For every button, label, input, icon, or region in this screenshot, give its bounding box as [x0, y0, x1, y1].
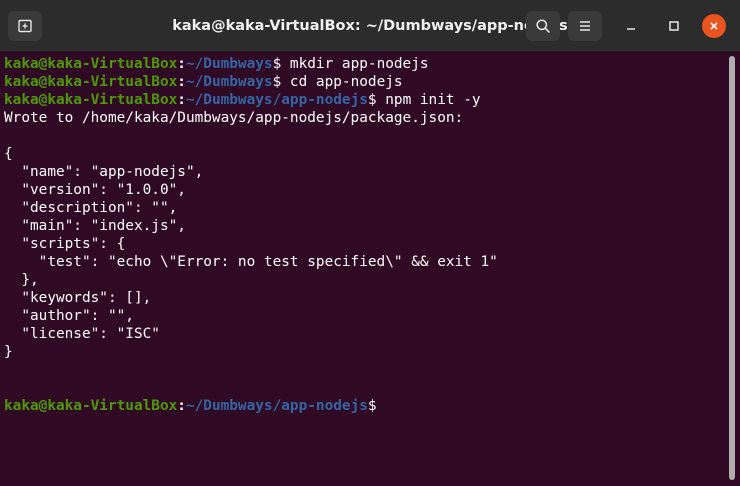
- prompt-separator: :: [177, 74, 186, 90]
- prompt-separator: :: [177, 92, 186, 108]
- prompt-separator: :: [177, 398, 186, 414]
- minimize-button[interactable]: [619, 14, 643, 38]
- maximize-icon: [669, 21, 679, 31]
- text-cursor: [377, 397, 386, 413]
- command-text: npm init -y: [376, 92, 481, 108]
- prompt-user-host: kaka@kaka-VirtualBox: [4, 74, 178, 90]
- close-icon: [710, 22, 718, 30]
- prompt-dollar: $: [367, 92, 377, 108]
- prompt-line: kaka@kaka-VirtualBox:~/Dumbways$ mkdir a…: [4, 55, 429, 73]
- prompt-path: ~/Dumbways: [185, 56, 273, 72]
- output-line: Wrote to /home/kaka/Dumbways/app-nodejs/…: [4, 110, 464, 126]
- prompt-user-host: kaka@kaka-VirtualBox: [4, 398, 178, 414]
- output-line: "main": "index.js",: [4, 218, 186, 234]
- command-text: cd app-nodejs: [281, 74, 403, 90]
- search-button[interactable]: [526, 11, 560, 41]
- scrollbar-thumb[interactable]: [729, 56, 735, 480]
- terminal-window: kaka@kaka-VirtualBox: ~/Dumbways/app-nod…: [0, 0, 740, 486]
- maximize-button[interactable]: [662, 14, 686, 38]
- output-line: "license": "ISC": [4, 326, 160, 342]
- output-line: "description": "",: [4, 200, 178, 216]
- output-line: "test": "echo \"Error: no test specified…: [4, 254, 498, 270]
- prompt-path: ~/Dumbways/app-nodejs: [185, 398, 368, 414]
- prompt-dollar: $: [272, 56, 282, 72]
- prompt-path: ~/Dumbways/app-nodejs: [185, 92, 368, 108]
- prompt-separator: :: [177, 56, 186, 72]
- output-line: },: [4, 272, 39, 288]
- prompt-line: kaka@kaka-VirtualBox:~/Dumbways/app-node…: [4, 91, 481, 109]
- hamburger-menu-icon: [580, 21, 590, 31]
- prompt-dollar: $: [367, 398, 377, 414]
- output-line: {: [4, 146, 13, 162]
- output-line: "keywords": [],: [4, 290, 152, 306]
- output-line: "version": "1.0.0",: [4, 182, 186, 198]
- close-button[interactable]: [702, 14, 726, 38]
- new-tab-button[interactable]: [8, 11, 42, 41]
- prompt-path: ~/Dumbways: [185, 74, 273, 90]
- menu-button[interactable]: [568, 11, 602, 41]
- minimize-icon: [627, 28, 635, 30]
- title-bar: kaka@kaka-VirtualBox: ~/Dumbways/app-nod…: [0, 0, 740, 52]
- command-text: mkdir app-nodejs: [281, 56, 429, 72]
- output-line: "author": "",: [4, 308, 134, 324]
- new-tab-icon: [18, 19, 32, 33]
- terminal-output[interactable]: kaka@kaka-VirtualBox:~/Dumbways$ mkdir a…: [0, 52, 726, 486]
- prompt-line: kaka@kaka-VirtualBox:~/Dumbways$ cd app-…: [4, 73, 403, 91]
- prompt-user-host: kaka@kaka-VirtualBox: [4, 92, 178, 108]
- output-line: "scripts": {: [4, 236, 126, 252]
- search-icon: [536, 19, 550, 33]
- output-line: }: [4, 344, 13, 360]
- output-line: "name": "app-nodejs",: [4, 164, 204, 180]
- prompt-user-host: kaka@kaka-VirtualBox: [4, 56, 178, 72]
- prompt-line[interactable]: kaka@kaka-VirtualBox:~/Dumbways/app-node…: [4, 397, 386, 415]
- prompt-dollar: $: [272, 74, 282, 90]
